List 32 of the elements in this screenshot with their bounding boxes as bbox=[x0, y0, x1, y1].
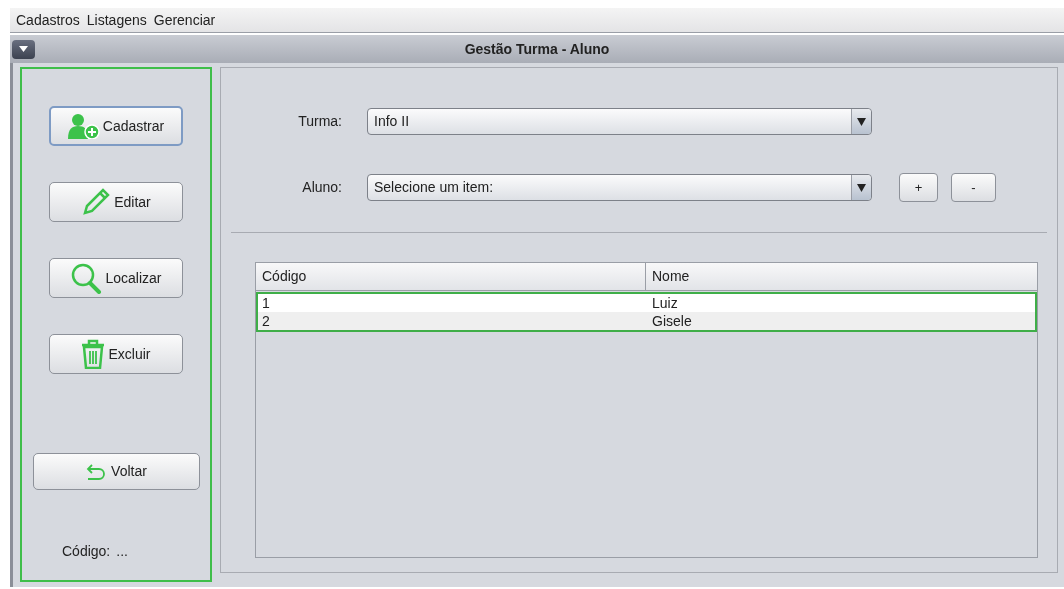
column-header[interactable]: Nome bbox=[646, 263, 1037, 290]
undo-arrow-icon bbox=[85, 463, 108, 480]
field-label: Aluno: bbox=[301, 178, 342, 197]
menu-item[interactable]: Gerenciar bbox=[153, 9, 216, 31]
caret-icon bbox=[19, 46, 28, 52]
pencil-icon bbox=[81, 187, 112, 217]
search-icon bbox=[70, 262, 103, 294]
dropdown-arrow-icon bbox=[857, 183, 866, 192]
back-button[interactable]: Voltar bbox=[32, 453, 200, 490]
action-button[interactable]: Cadastrar bbox=[49, 106, 183, 146]
action-button[interactable]: Localizar bbox=[49, 258, 183, 298]
field-label: Turma: bbox=[297, 112, 342, 131]
class-dropdown[interactable]: Info II bbox=[367, 108, 872, 135]
table-cell-text: 2 bbox=[261, 312, 271, 330]
column-header[interactable]: Código bbox=[256, 263, 646, 290]
window-menu-button[interactable] bbox=[12, 39, 35, 59]
menu-item[interactable]: Listagens bbox=[86, 9, 147, 31]
table-cell-text: Luiz bbox=[651, 294, 679, 312]
add-button[interactable]: + bbox=[899, 173, 938, 202]
student-dropdown[interactable]: Selecione um item: bbox=[367, 174, 872, 201]
action-button[interactable]: Excluir bbox=[49, 334, 183, 374]
code-label: Código: bbox=[62, 542, 111, 561]
dropdown-arrow-icon bbox=[857, 117, 866, 126]
code-value: ... bbox=[116, 542, 128, 561]
table-cell-text: Gisele bbox=[651, 312, 693, 330]
menu-item[interactable]: Cadastros bbox=[16, 9, 80, 31]
window-title: Gestão Turma - Aluno bbox=[463, 39, 611, 59]
remove-button[interactable]: - bbox=[951, 173, 996, 202]
trash-icon bbox=[81, 339, 106, 369]
add-user-icon bbox=[67, 113, 100, 139]
action-button[interactable]: Editar bbox=[49, 182, 183, 222]
table-cell-text: 1 bbox=[261, 294, 271, 312]
